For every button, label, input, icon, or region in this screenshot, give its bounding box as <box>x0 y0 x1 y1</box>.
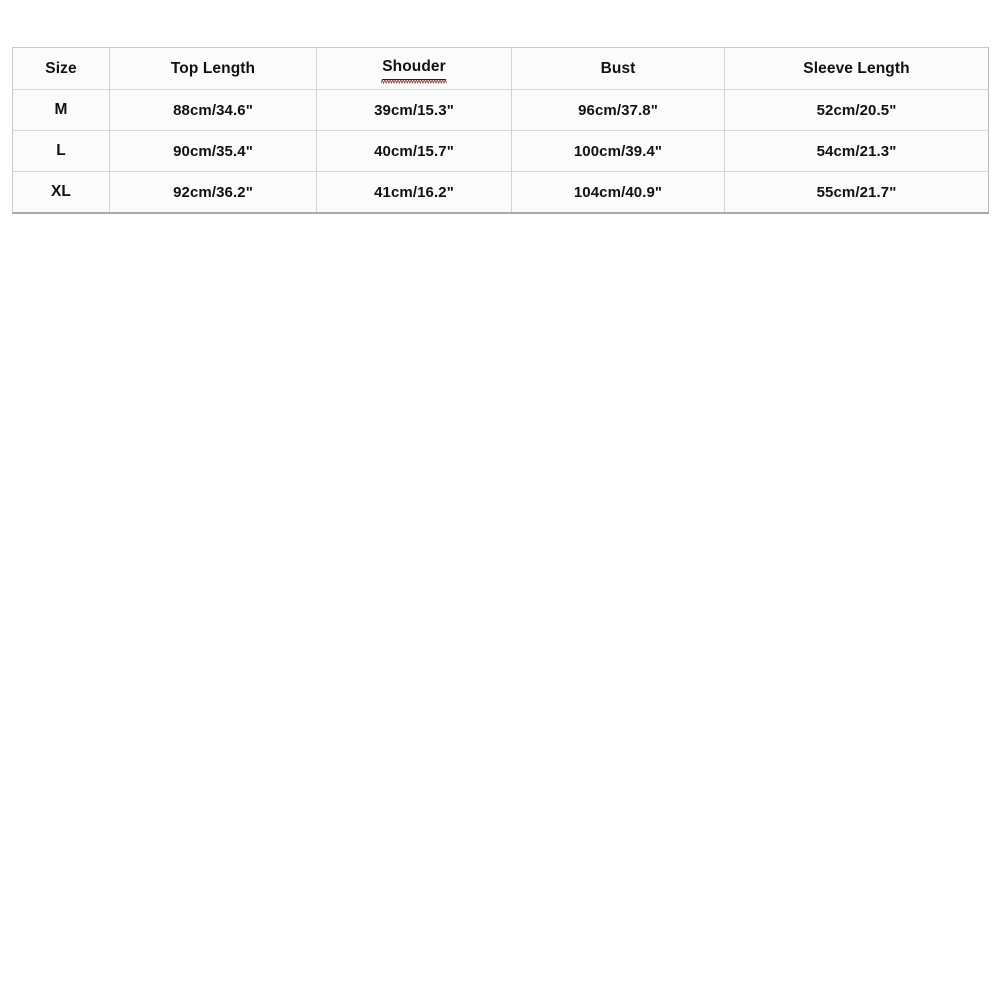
cell-bust: 100cm/39.4" <box>511 130 725 172</box>
column-header-sleeve-length: Sleeve Length <box>724 47 989 90</box>
cell-top-length: 92cm/36.2" <box>109 171 317 213</box>
table-row: XL 92cm/36.2" 41cm/16.2" 104cm/40.9" 55c… <box>12 171 989 213</box>
size-chart-body: M 88cm/34.6" 39cm/15.3" 96cm/37.8" 52cm/… <box>12 89 989 213</box>
cell-bust: 104cm/40.9" <box>511 171 725 213</box>
table-header-row: Size Top Length Shouder Bust Sleeve Leng… <box>12 47 989 90</box>
size-chart-container: Size Top Length Shouder Bust Sleeve Leng… <box>12 47 989 214</box>
size-chart-header: Size Top Length Shouder Bust Sleeve Leng… <box>12 47 989 90</box>
page-root: Size Top Length Shouder Bust Sleeve Leng… <box>0 0 1000 1000</box>
cell-size: L <box>12 130 110 172</box>
cell-bust: 96cm/37.8" <box>511 89 725 131</box>
cell-top-length: 88cm/34.6" <box>109 89 317 131</box>
column-header-size: Size <box>12 47 110 90</box>
column-header-label: Top Length <box>170 59 256 77</box>
cell-sleeve-length: 54cm/21.3" <box>724 130 989 172</box>
column-header-shoulder: Shouder <box>316 47 512 90</box>
table-row: L 90cm/35.4" 40cm/15.7" 100cm/39.4" 54cm… <box>12 130 989 172</box>
cell-sleeve-length: 52cm/20.5" <box>724 89 989 131</box>
table-row: M 88cm/34.6" 39cm/15.3" 96cm/37.8" 52cm/… <box>12 89 989 131</box>
cell-size: XL <box>12 171 110 213</box>
cell-top-length: 90cm/35.4" <box>109 130 317 172</box>
misspelled-word-shoulder: Shouder <box>381 57 447 84</box>
cell-sleeve-length: 55cm/21.7" <box>724 171 989 213</box>
cell-shoulder: 40cm/15.7" <box>316 130 512 172</box>
column-header-bust: Bust <box>511 47 725 90</box>
column-header-label: Bust <box>600 59 636 77</box>
column-header-top-length: Top Length <box>109 47 317 90</box>
size-chart-table: Size Top Length Shouder Bust Sleeve Leng… <box>12 47 989 214</box>
column-header-label: Shouder <box>382 57 446 75</box>
spellcheck-squiggle-icon <box>381 78 447 84</box>
column-header-label: Size <box>45 59 77 77</box>
cell-size: M <box>12 89 110 131</box>
cell-shoulder: 41cm/16.2" <box>316 171 512 213</box>
cell-shoulder: 39cm/15.3" <box>316 89 512 131</box>
column-header-label: Sleeve Length <box>803 59 910 77</box>
